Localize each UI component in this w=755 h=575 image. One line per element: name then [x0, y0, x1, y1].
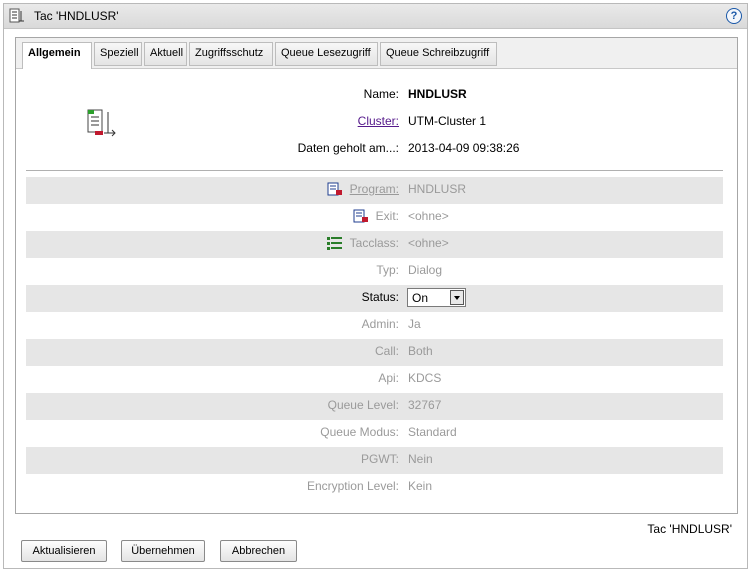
name-label: Name: [363, 87, 399, 101]
program-value: HNDLUSR [408, 182, 467, 196]
tab-zugriffsschutz[interactable]: Zugriffsschutz [189, 42, 273, 66]
exit-row: Exit: <ohne> [26, 204, 723, 231]
encryption-level-value: Kein [408, 479, 433, 493]
api-row: Api: KDCS [26, 366, 723, 393]
tab-speziell[interactable]: Speziell [94, 42, 142, 66]
exit-label-group: Exit: [353, 209, 399, 223]
fetched-value: 2013-04-09 09:38:26 [408, 141, 520, 155]
tab-queue-lesezugriff[interactable]: Queue Lesezugriff [275, 42, 378, 66]
tacclass-icon [326, 237, 342, 250]
admin-label: Admin: [361, 317, 399, 331]
call-value: Both [408, 344, 433, 358]
name-row: Name: HNDLUSR [16, 87, 737, 105]
call-row: Call: Both [26, 339, 723, 366]
cluster-value: UTM-Cluster 1 [408, 114, 487, 128]
queue-modus-label: Queue Modus: [320, 425, 399, 439]
queue-level-row: Queue Level: 32767 [26, 393, 723, 420]
typ-row: Typ: Dialog [26, 258, 723, 285]
cancel-button[interactable]: Abbrechen [220, 540, 297, 562]
fetched-row: Daten geholt am...: 2013-04-09 09:38:26 [16, 141, 737, 159]
encryption-level-label: Encryption Level: [306, 479, 399, 493]
program-label-group: Program: [327, 182, 399, 196]
tac-window: Tac 'HNDLUSR' ? Allgemein Speziell Aktue… [3, 3, 748, 569]
status-select[interactable]: On [407, 288, 466, 307]
pgwt-label: PGWT: [361, 452, 399, 466]
queue-level-label: Queue Level: [327, 398, 399, 412]
admin-value: Ja [408, 317, 421, 331]
window-title: Tac 'HNDLUSR' [34, 9, 119, 23]
tab-bar: Allgemein Speziell Aktuell Zugriffsschut… [16, 38, 737, 69]
title-bar: Tac 'HNDLUSR' ? [4, 4, 747, 29]
exit-label: Exit: [375, 209, 399, 223]
cluster-link[interactable]: Cluster: [358, 114, 399, 128]
queue-modus-value: Standard [408, 425, 457, 439]
refresh-button[interactable]: Aktualisieren [21, 540, 107, 562]
typ-value: Dialog [408, 263, 443, 277]
tac-icon [9, 8, 24, 23]
exit-value: <ohne> [408, 209, 449, 223]
typ-label: Typ: [376, 263, 399, 277]
admin-row: Admin: Ja [26, 312, 723, 339]
program-link[interactable]: Program: [350, 182, 399, 196]
status-row: Status: On [26, 285, 723, 312]
detail-panel: Allgemein Speziell Aktuell Zugriffsschut… [15, 37, 738, 514]
tacclass-label: Tacclass: [349, 236, 399, 250]
fetched-label: Daten geholt am...: [297, 141, 399, 155]
call-label: Call: [374, 344, 399, 358]
cluster-row: Cluster: UTM-Cluster 1 [16, 114, 737, 132]
apply-button[interactable]: Übernehmen [121, 540, 205, 562]
queue-modus-row: Queue Modus: Standard [26, 420, 723, 447]
chevron-down-icon[interactable] [450, 290, 464, 305]
status-label: Status: [361, 290, 399, 304]
exit-icon [353, 209, 368, 223]
tab-queue-schreibzugriff[interactable]: Queue Schreibzugriff [380, 42, 497, 66]
tacclass-label-group: Tacclass: [326, 236, 399, 250]
tacclass-row: Tacclass: <ohne> [26, 231, 723, 258]
object-header: Name: HNDLUSR Cluster: UTM-Cluster 1 Dat… [16, 68, 737, 168]
help-icon[interactable]: ? [726, 8, 742, 24]
status-selected-value: On [412, 291, 429, 305]
pgwt-row: PGWT: Nein [26, 447, 723, 474]
program-icon [327, 182, 342, 196]
pgwt-value: Nein [408, 452, 433, 466]
name-value: HNDLUSR [408, 87, 467, 101]
api-value: KDCS [408, 371, 442, 385]
section-divider [26, 170, 723, 171]
footer-object-title: Tac 'HNDLUSR' [647, 522, 732, 536]
tacclass-value: <ohne> [408, 236, 449, 250]
api-label: Api: [378, 371, 399, 385]
encryption-level-row: Encryption Level: Kein [26, 474, 723, 501]
program-row: Program: HNDLUSR [26, 177, 723, 204]
queue-level-value: 32767 [408, 398, 442, 412]
tab-aktuell[interactable]: Aktuell [144, 42, 187, 66]
tab-allgemein[interactable]: Allgemein [22, 42, 92, 69]
